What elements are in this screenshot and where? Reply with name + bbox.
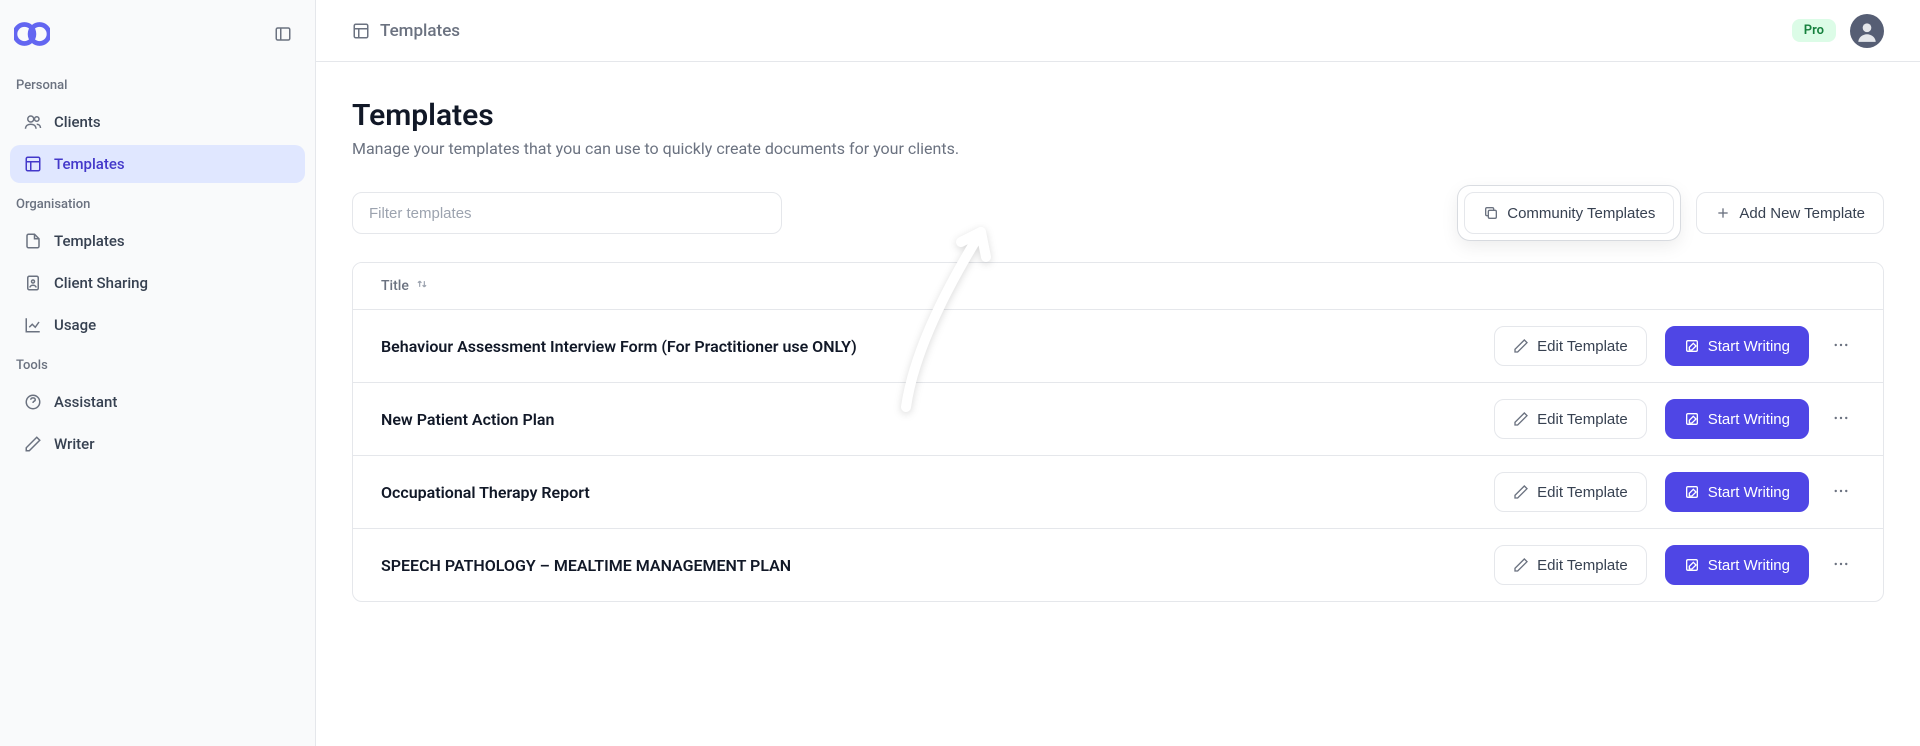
file-icon	[24, 232, 42, 250]
template-icon	[352, 22, 370, 40]
sidebar-item-client-sharing[interactable]: Client Sharing	[10, 264, 305, 302]
sidebar-item-templates-personal[interactable]: Templates	[10, 145, 305, 183]
row-actions: Edit Template Start Writing	[1494, 472, 1855, 512]
community-templates-button[interactable]: Community Templates	[1464, 192, 1674, 234]
table-row: Occupational Therapy Report Edit Template…	[353, 456, 1883, 529]
write-icon	[1684, 557, 1700, 573]
template-title: Behaviour Assessment Interview Form (For…	[381, 337, 1476, 356]
ellipsis-icon	[1832, 409, 1850, 430]
table-row: SPEECH PATHOLOGY – MEALTIME MANAGEMENT P…	[353, 529, 1883, 601]
sidebar-item-templates-org[interactable]: Templates	[10, 222, 305, 260]
section-label-personal: Personal	[10, 68, 305, 99]
sidebar-item-usage[interactable]: Usage	[10, 306, 305, 344]
pencil-icon	[1513, 411, 1529, 427]
page-title: Templates	[352, 98, 1884, 133]
template-title: New Patient Action Plan	[381, 410, 1476, 429]
column-header-label: Title	[381, 278, 409, 294]
topbar: Templates Pro	[316, 0, 1920, 62]
row-actions: Edit Template Start Writing	[1494, 399, 1855, 439]
row-actions: Edit Template Start Writing	[1494, 326, 1855, 366]
sidebar-item-label: Templates	[54, 155, 125, 173]
edit-template-button[interactable]: Edit Template	[1494, 545, 1647, 585]
ellipsis-icon	[1832, 482, 1850, 503]
pencil-icon	[1513, 484, 1529, 500]
add-template-button[interactable]: Add New Template	[1696, 192, 1884, 234]
pencil-icon	[1513, 338, 1529, 354]
panel-left-icon	[274, 25, 292, 43]
button-label: Start Writing	[1708, 557, 1790, 574]
actions-row: Community Templates Add New Template	[352, 186, 1884, 240]
page-subtitle: Manage your templates that you can use t…	[352, 139, 1884, 158]
community-templates-highlight: Community Templates	[1458, 186, 1680, 240]
row-actions: Edit Template Start Writing	[1494, 545, 1855, 585]
help-icon	[24, 393, 42, 411]
table-row: New Patient Action Plan Edit Template Star…	[353, 383, 1883, 456]
sidebar-header	[10, 10, 305, 64]
column-header-title[interactable]: Title	[381, 277, 429, 295]
avatar[interactable]	[1850, 14, 1884, 48]
start-writing-button[interactable]: Start Writing	[1665, 326, 1809, 366]
breadcrumb: Templates	[352, 21, 460, 41]
section-label-organisation: Organisation	[10, 187, 305, 218]
breadcrumb-label: Templates	[380, 21, 460, 41]
app-logo[interactable]	[14, 21, 50, 47]
sort-icon	[415, 277, 429, 295]
sidebar-item-label: Client Sharing	[54, 274, 148, 292]
button-label: Start Writing	[1708, 411, 1790, 428]
sidebar-item-label: Assistant	[54, 393, 117, 411]
write-icon	[1684, 338, 1700, 354]
users-icon	[24, 113, 42, 131]
sidebar-item-label: Writer	[54, 435, 95, 453]
ellipsis-icon	[1832, 555, 1850, 576]
badge-icon	[24, 274, 42, 292]
sidebar-item-label: Templates	[54, 232, 125, 250]
template-title: SPEECH PATHOLOGY – MEALTIME MANAGEMENT P…	[381, 556, 1476, 575]
row-more-button[interactable]	[1827, 332, 1855, 360]
edit-template-button[interactable]: Edit Template	[1494, 399, 1647, 439]
sidebar-item-assistant[interactable]: Assistant	[10, 383, 305, 421]
chart-icon	[24, 316, 42, 334]
section-label-tools: Tools	[10, 348, 305, 379]
sidebar-collapse-button[interactable]	[265, 16, 301, 52]
write-icon	[1684, 411, 1700, 427]
button-label: Edit Template	[1537, 338, 1628, 355]
button-label: Add New Template	[1739, 205, 1865, 222]
topbar-right: Pro	[1792, 14, 1884, 48]
pro-badge: Pro	[1792, 19, 1836, 42]
button-label: Edit Template	[1537, 557, 1628, 574]
start-writing-button[interactable]: Start Writing	[1665, 545, 1809, 585]
pen-icon	[24, 435, 42, 453]
pencil-icon	[1513, 557, 1529, 573]
template-icon	[24, 155, 42, 173]
ellipsis-icon	[1832, 336, 1850, 357]
button-label: Start Writing	[1708, 338, 1790, 355]
main-panel: Templates Pro Templates Manage your temp…	[316, 0, 1920, 746]
button-label: Community Templates	[1507, 205, 1655, 222]
template-title: Occupational Therapy Report	[381, 483, 1476, 502]
row-more-button[interactable]	[1827, 405, 1855, 433]
button-label: Start Writing	[1708, 484, 1790, 501]
content-area: Templates Manage your templates that you…	[316, 62, 1920, 746]
templates-table: Title Behaviour Assessment Interview For…	[352, 262, 1884, 602]
edit-template-button[interactable]: Edit Template	[1494, 326, 1647, 366]
plus-icon	[1715, 205, 1731, 221]
start-writing-button[interactable]: Start Writing	[1665, 399, 1809, 439]
copy-icon	[1483, 205, 1499, 221]
row-more-button[interactable]	[1827, 551, 1855, 579]
sidebar-item-label: Usage	[54, 316, 96, 334]
edit-template-button[interactable]: Edit Template	[1494, 472, 1647, 512]
sidebar-item-writer[interactable]: Writer	[10, 425, 305, 463]
write-icon	[1684, 484, 1700, 500]
row-more-button[interactable]	[1827, 478, 1855, 506]
table-header: Title	[353, 263, 1883, 310]
button-label: Edit Template	[1537, 484, 1628, 501]
table-row: Behaviour Assessment Interview Form (For…	[353, 310, 1883, 383]
button-label: Edit Template	[1537, 411, 1628, 428]
sidebar: Personal Clients Templates Organisation …	[0, 0, 316, 746]
sidebar-item-label: Clients	[54, 113, 101, 131]
sidebar-item-clients[interactable]: Clients	[10, 103, 305, 141]
filter-input[interactable]	[352, 192, 782, 234]
start-writing-button[interactable]: Start Writing	[1665, 472, 1809, 512]
